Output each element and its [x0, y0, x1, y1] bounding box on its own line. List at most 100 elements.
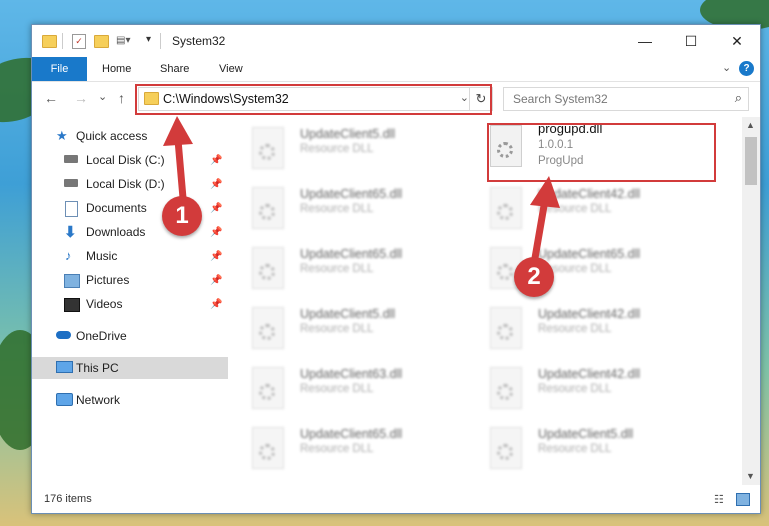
forward-button[interactable]: → — [74, 90, 88, 106]
title-bar: ✓ ▤▾ ▾ System32 — ☐ ✕ — [32, 25, 760, 57]
dll-file-icon — [252, 427, 284, 469]
sidebar-item-label: Documents — [86, 201, 147, 215]
file-name: UpdateClient5.dll — [300, 127, 396, 141]
separator — [160, 33, 161, 49]
item-count: 176 items — [44, 493, 92, 505]
sidebar-item-music[interactable]: ♪ Music 📌 — [32, 245, 228, 267]
dll-file-icon — [490, 367, 522, 409]
file-item[interactable]: UpdateClient65.dll Resource DLL — [232, 181, 452, 233]
ribbon-tabs: File Home Share View ⌄ ? — [32, 57, 760, 82]
sidebar-item-onedrive[interactable]: OneDrive — [32, 325, 228, 347]
sidebar-item-label: Local Disk (D:) — [86, 177, 165, 191]
tab-view[interactable]: View — [219, 57, 243, 81]
back-button[interactable]: ← — [44, 90, 58, 106]
sidebar-item-this-pc[interactable]: This PC — [32, 357, 228, 379]
sidebar-item-label: Music — [86, 249, 118, 263]
file-item[interactable]: UpdateClient5.dll Resource DLL — [232, 301, 452, 353]
file-description: Resource DLL — [300, 143, 374, 155]
up-button[interactable]: ↑ — [118, 90, 125, 106]
sidebar-item-label: Quick access — [76, 129, 148, 143]
sidebar-item-videos[interactable]: Videos 📌 — [32, 293, 228, 315]
maximize-button[interactable]: ☐ — [668, 25, 714, 57]
file-item[interactable]: UpdateClient63.dll Resource DLL — [232, 361, 452, 413]
recent-locations-button[interactable]: ⌄ — [98, 90, 107, 103]
file-item[interactable]: UpdateClient65.dll Resource DLL — [232, 241, 452, 293]
minimize-button[interactable]: — — [622, 25, 668, 57]
close-button[interactable]: ✕ — [714, 25, 760, 57]
search-box[interactable]: Search System32 ⌕ — [503, 87, 749, 111]
file-description: Resource DLL — [538, 383, 612, 395]
sidebar-item-local-disk-c[interactable]: Local Disk (C:) 📌 — [32, 149, 228, 171]
videos-icon — [64, 298, 80, 312]
sidebar-item-quick-access[interactable]: ★ Quick access — [32, 125, 228, 147]
sidebar-item-label: Downloads — [86, 225, 146, 239]
navigation-pane: ★ Quick access Local Disk (C:) 📌 Local D… — [32, 117, 228, 485]
sidebar-item-label: This PC — [76, 361, 119, 375]
tab-file[interactable]: File — [32, 57, 87, 81]
search-input[interactable]: Search System32 — [513, 92, 608, 106]
pictures-icon — [64, 274, 80, 288]
pin-icon: 📌 — [210, 226, 223, 238]
file-item[interactable]: UpdateClient42.dll Resource DLL — [470, 361, 690, 413]
file-item[interactable]: UpdateClient42.dll Resource DLL — [470, 181, 690, 233]
file-item[interactable]: UpdateClient42.dll Resource DLL — [470, 301, 690, 353]
large-icons-view-icon[interactable] — [736, 493, 750, 506]
dll-file-icon — [252, 187, 284, 229]
file-item[interactable]: UpdateClient65.dll Resource DLL — [470, 241, 690, 293]
dll-file-icon — [252, 247, 284, 289]
details-view-icon[interactable]: ☷ — [714, 493, 724, 506]
file-description: Resource DLL — [300, 263, 374, 275]
dll-file-icon — [252, 307, 284, 349]
pin-icon: 📌 — [210, 154, 223, 166]
onedrive-icon — [56, 331, 71, 339]
vertical-scrollbar[interactable]: ▲ ▼ — [742, 117, 760, 485]
sidebar-item-network[interactable]: Network — [32, 389, 228, 411]
sidebar-item-label: Network — [76, 393, 121, 407]
scroll-down-icon[interactable]: ▼ — [746, 471, 755, 481]
status-bar: 176 items ☷ — [32, 487, 760, 513]
dll-file-icon — [252, 127, 284, 169]
file-description: Resource DLL — [538, 443, 612, 455]
scroll-thumb[interactable] — [745, 137, 757, 185]
drive-icon — [64, 179, 78, 187]
separator — [62, 33, 63, 49]
scroll-up-icon[interactable]: ▲ — [746, 120, 755, 130]
dll-file-icon — [490, 307, 522, 349]
folder-icon — [42, 35, 57, 48]
tab-share[interactable]: Share — [160, 57, 189, 81]
sidebar-item-local-disk-d[interactable]: Local Disk (D:) 📌 — [32, 173, 228, 195]
file-description: Resource DLL — [300, 203, 374, 215]
sidebar-item-pictures[interactable]: Pictures 📌 — [32, 269, 228, 291]
pin-icon: 📌 — [210, 250, 223, 262]
file-name: UpdateClient65.dll — [300, 247, 403, 261]
sidebar-item-label: Videos — [86, 297, 123, 311]
ribbon-expand-icon[interactable]: ⌄ — [722, 61, 731, 74]
file-description: Resource DLL — [300, 443, 374, 455]
file-description: Resource DLL — [300, 383, 374, 395]
tab-home[interactable]: Home — [102, 57, 131, 81]
properties-icon[interactable]: ✓ — [72, 34, 86, 49]
file-name: UpdateClient5.dll — [538, 427, 634, 441]
file-name: UpdateClient65.dll — [300, 427, 403, 441]
file-item[interactable]: UpdateClient5.dll Resource DLL — [232, 121, 452, 173]
step-2-badge: 2 — [514, 257, 554, 297]
file-item[interactable]: UpdateClient5.dll Resource DLL — [470, 421, 690, 473]
new-folder-icon[interactable] — [94, 35, 109, 48]
this-pc-icon — [56, 361, 73, 373]
file-name: UpdateClient5.dll — [300, 307, 396, 321]
address-highlight-box — [135, 84, 492, 115]
search-icon[interactable]: ⌕ — [735, 90, 742, 106]
help-icon[interactable]: ? — [739, 61, 754, 76]
pin-icon: 📌 — [210, 298, 223, 310]
sidebar-item-label: Local Disk (C:) — [86, 153, 165, 167]
customize-icon[interactable]: ▤▾ — [116, 35, 130, 46]
star-icon: ★ — [56, 128, 68, 143]
dll-file-icon — [490, 427, 522, 469]
window-title: System32 — [172, 34, 226, 48]
file-name: UpdateClient42.dll — [538, 307, 641, 321]
file-item[interactable]: UpdateClient65.dll Resource DLL — [232, 421, 452, 473]
pin-icon: 📌 — [210, 202, 223, 214]
file-name: UpdateClient65.dll — [538, 247, 641, 261]
quick-access-dropdown-icon[interactable]: ▾ — [146, 34, 151, 45]
file-description: Resource DLL — [538, 203, 612, 215]
